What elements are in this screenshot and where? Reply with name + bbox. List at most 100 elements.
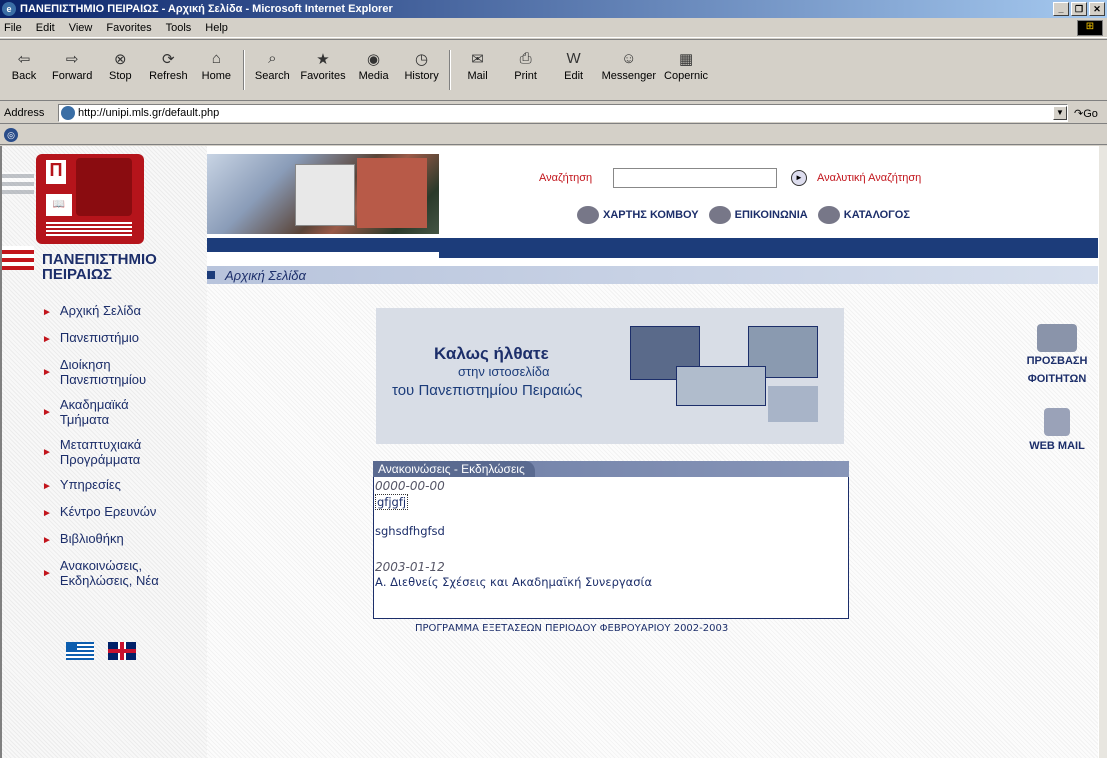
arrow-right-icon: ► bbox=[42, 334, 52, 345]
nav-item-postgraduate[interactable]: ► Μεταπτυχιακά Προγράμματα bbox=[42, 437, 142, 467]
address-dropdown-icon[interactable]: ▼ bbox=[1053, 106, 1067, 120]
logo-waves bbox=[46, 220, 132, 236]
student-access-line1: ΠΡΟΣΒΑΣΗ bbox=[1026, 355, 1088, 367]
menu-tools[interactable]: Tools bbox=[166, 22, 192, 34]
nav-item-home[interactable]: ► Αρχική Σελίδα bbox=[42, 303, 202, 320]
history-icon: ◷ bbox=[415, 51, 429, 68]
menu-file[interactable]: File bbox=[4, 22, 22, 34]
student-access-button[interactable]: ΠΡΟΣΒΑΣΗ ΦΟΙΤΗΤΩΝ bbox=[1020, 324, 1094, 388]
messenger-button[interactable]: ☺ Messenger bbox=[598, 50, 660, 82]
nav-item-administration[interactable]: ► Διοίκηση Πανεπιστημίου bbox=[42, 357, 154, 387]
minimize-button[interactable]: _ bbox=[1053, 2, 1069, 16]
globe-icon bbox=[577, 206, 599, 224]
photo-building bbox=[295, 164, 355, 226]
messenger-label: Messenger bbox=[601, 70, 657, 82]
windows-logo-icon: ⊞ bbox=[1077, 20, 1103, 36]
favorites-button[interactable]: ★ Favorites bbox=[296, 50, 349, 82]
window-titlebar[interactable]: e ΠΑΝΕΠΙΣΤΗΜΙΟ ΠΕΙΡΑΙΩΣ - Αρχική Σελίδα … bbox=[0, 0, 1107, 18]
address-url: http://unipi.mls.gr/default.php bbox=[78, 107, 220, 119]
close-button[interactable]: ✕ bbox=[1089, 2, 1105, 16]
media-label: Media bbox=[358, 70, 389, 82]
arrow-right-icon: ► bbox=[42, 535, 52, 546]
announcement-date: 0000-00-00 bbox=[375, 479, 445, 493]
refresh-icon: ⟳ bbox=[162, 51, 175, 68]
menu-favorites[interactable]: Favorites bbox=[106, 22, 151, 34]
sitemap-link[interactable]: ΧΑΡΤΗΣ ΚΟΜΒΟΥ bbox=[577, 206, 699, 224]
copernic-button[interactable]: ▦ Copernic bbox=[660, 50, 712, 82]
announcement-link[interactable]: Α. Διεθνείς Σχέσεις και Ακαδημαϊκή Συνερ… bbox=[375, 575, 848, 589]
ie-icon: e bbox=[2, 2, 16, 16]
nav-item-university[interactable]: ► Πανεπιστήμιο bbox=[42, 330, 202, 347]
history-button[interactable]: ◷ History bbox=[398, 50, 446, 82]
announcement-body: sghsdfhgfsd bbox=[375, 524, 445, 538]
menu-edit[interactable]: Edit bbox=[36, 22, 55, 34]
links-bar-icon[interactable]: ◎ bbox=[4, 128, 18, 142]
photo-building bbox=[357, 158, 427, 228]
toolbar-separator bbox=[243, 50, 246, 90]
home-label: Home bbox=[201, 70, 232, 82]
webmail-button[interactable]: WEB MAIL bbox=[1020, 408, 1094, 452]
nav-item-departments[interactable]: ► Ακαδημαϊκά Τμήματα bbox=[42, 397, 132, 427]
stop-icon: ⊗ bbox=[114, 51, 127, 68]
welcome-title: Καλως ήλθατε bbox=[434, 344, 549, 363]
home-button[interactable]: ⌂ Home bbox=[192, 50, 240, 82]
window-controls: _ ❐ ✕ bbox=[1053, 2, 1105, 16]
go-arrow-icon: ↷ bbox=[1074, 108, 1084, 120]
nav-item-services[interactable]: ► Υπηρεσίες bbox=[42, 477, 202, 494]
menu-help[interactable]: Help bbox=[205, 22, 228, 34]
copernic-label: Copernic bbox=[664, 70, 709, 82]
back-button[interactable]: ⇦ Back bbox=[0, 50, 48, 82]
header-campus-photo bbox=[207, 154, 439, 234]
go-label: Go bbox=[1083, 108, 1098, 120]
university-name-line2: ΠΕΙΡΑΙΩΣ bbox=[42, 266, 112, 283]
messenger-icon: ☺ bbox=[621, 50, 637, 67]
site-search-input[interactable] bbox=[613, 168, 777, 188]
arrow-right-icon: ► bbox=[42, 407, 52, 418]
edit-label: Edit bbox=[564, 70, 584, 82]
forward-arrow-icon: ⇨ bbox=[65, 51, 79, 68]
nav-item-announcements[interactable]: ► Ανακοινώσεις, Εκδηλώσεις, Νέα bbox=[42, 558, 160, 588]
go-button[interactable]: ↷Go bbox=[1074, 107, 1098, 120]
window-title: ΠΑΝΕΠΙΣΤΗΜΙΟ ΠΕΙΡΑΙΩΣ - Αρχική Σελίδα - … bbox=[20, 3, 393, 15]
announcements-title: Ανακοινώσεις - Εκδηλώσεις bbox=[373, 461, 535, 477]
left-nav: ► Αρχική Σελίδα ► Πανεπιστήμιο ► Διοίκηση Π… bbox=[42, 303, 202, 598]
greek-flag-icon[interactable] bbox=[66, 642, 94, 660]
university-logo[interactable]: Π 📖 bbox=[36, 154, 144, 244]
nav-item-library[interactable]: ► Βιβλιοθήκη bbox=[42, 531, 202, 548]
language-flags bbox=[66, 642, 136, 660]
search-button[interactable]: ⌕ Search bbox=[248, 50, 296, 82]
nav-label: Μεταπτυχιακά Προγράμματα bbox=[59, 437, 142, 467]
uk-flag-icon[interactable] bbox=[108, 642, 136, 660]
address-input[interactable]: http://unipi.mls.gr/default.php bbox=[58, 104, 1068, 122]
refresh-button[interactable]: ⟳ Refresh bbox=[144, 50, 192, 82]
webmail-label: WEB MAIL bbox=[1029, 440, 1085, 452]
maximize-button[interactable]: ❐ bbox=[1071, 2, 1087, 16]
edit-button[interactable]: W Edit bbox=[550, 50, 598, 82]
stop-button[interactable]: ⊗ Stop bbox=[96, 50, 144, 82]
catalog-link[interactable]: ΚΑΤΑΛΟΓΟΣ bbox=[817, 206, 910, 224]
menu-view[interactable]: View bbox=[69, 22, 93, 34]
nav-label: Πανεπιστήμιο bbox=[59, 330, 139, 345]
arrow-right-icon: ► bbox=[42, 367, 52, 378]
exam-schedule-link[interactable]: ΠΡΟΓΡΑΜΜΑ ΕΞΕΤΑΣΕΩΝ ΠΕΡΙΟΔΟΥ ΦΕΒΡΟΥΑΡΙΟΥ… bbox=[415, 623, 728, 634]
logo-book-icon: 📖 bbox=[46, 194, 72, 216]
mail-button[interactable]: ✉ Mail bbox=[454, 50, 502, 82]
mail-icon: ✉ bbox=[471, 51, 484, 68]
media-button[interactable]: ◉ Media bbox=[350, 50, 398, 82]
breadcrumb: Αρχική Σελίδα bbox=[225, 268, 306, 283]
decor-stripes bbox=[2, 172, 34, 194]
header-tab-notch bbox=[207, 252, 439, 258]
print-button[interactable]: ⎙ Print bbox=[502, 50, 550, 82]
mail-label: Mail bbox=[467, 70, 488, 82]
advanced-search-link[interactable]: Αναλυτική Αναζήτηση bbox=[817, 172, 921, 184]
left-column: Π 📖 ΠΑΝΕΠΙΣΤΗΜΙΟ ΠΕΙΡΑΙΩΣ ► Αρχική Σελίδα… bbox=[2, 146, 207, 758]
nav-item-research-center[interactable]: ► Κέντρο Ερευνών bbox=[42, 504, 202, 521]
page-viewport: Π 📖 ΠΑΝΕΠΙΣΤΗΜΙΟ ΠΕΙΡΑΙΩΣ ► Αρχική Σελίδα… bbox=[0, 146, 1098, 758]
decor-red-stripes bbox=[2, 246, 34, 270]
contact-link[interactable]: ΕΠΙΚΟΙΝΩΝΙΑ bbox=[708, 206, 808, 224]
announcements-header: Ανακοινώσεις - Εκδηλώσεις bbox=[373, 461, 849, 477]
search-go-icon[interactable]: ► bbox=[791, 170, 807, 186]
forward-button[interactable]: ⇨ Forward bbox=[48, 50, 96, 82]
announcement-link[interactable]: gfjgfj bbox=[375, 494, 409, 510]
vertical-scrollbar[interactable] bbox=[1098, 146, 1107, 758]
